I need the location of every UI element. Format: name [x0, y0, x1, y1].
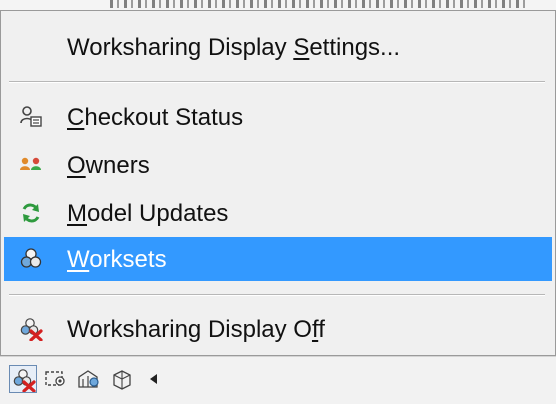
menu-separator	[9, 294, 545, 296]
menu-item-worksets[interactable]: Worksets	[4, 237, 552, 281]
background-text-fragment	[110, 0, 530, 8]
view-control-bar	[0, 356, 556, 404]
owners-icon	[20, 157, 41, 170]
menu-item-label: Checkout Status	[67, 104, 244, 131]
menu-item-worksharing-display-settings[interactable]: Worksharing Display Settings...	[4, 25, 552, 69]
menu-item-label: Worksharing Display Settings...	[67, 34, 401, 61]
menu-item-label: Owners	[67, 152, 150, 179]
worksets-icon	[20, 248, 42, 268]
worksharing-display-off-icon	[20, 318, 43, 341]
checkout-status-icon	[20, 106, 42, 127]
reveal-hidden-button[interactable]	[75, 365, 103, 393]
analytical-model-button[interactable]	[108, 365, 136, 393]
analytical-model-icon	[113, 370, 131, 390]
reveal-hidden-icon	[78, 370, 99, 388]
temporary-hide-button[interactable]	[42, 365, 70, 393]
menu-item-worksharing-display-off[interactable]: Worksharing Display Off	[4, 307, 552, 351]
menu-item-checkout-status[interactable]: Checkout Status	[4, 95, 552, 139]
temporary-hide-icon	[45, 371, 65, 386]
menu-item-label: Model Updates	[67, 200, 229, 227]
worksharing-display-button[interactable]	[9, 365, 37, 393]
menu-item-model-updates[interactable]: Model Updates	[4, 191, 552, 235]
menu-separator	[9, 81, 545, 83]
left-arrow-icon[interactable]	[147, 369, 161, 389]
worksharing-display-off-icon	[13, 369, 36, 392]
worksharing-display-menu: Worksharing Display Settings... Checkout…	[0, 10, 556, 356]
model-updates-icon	[22, 203, 40, 223]
menu-item-label: Worksets	[67, 246, 167, 273]
menu-item-label: Worksharing Display Off	[67, 316, 325, 343]
menu-item-owners[interactable]: Owners	[4, 143, 552, 187]
